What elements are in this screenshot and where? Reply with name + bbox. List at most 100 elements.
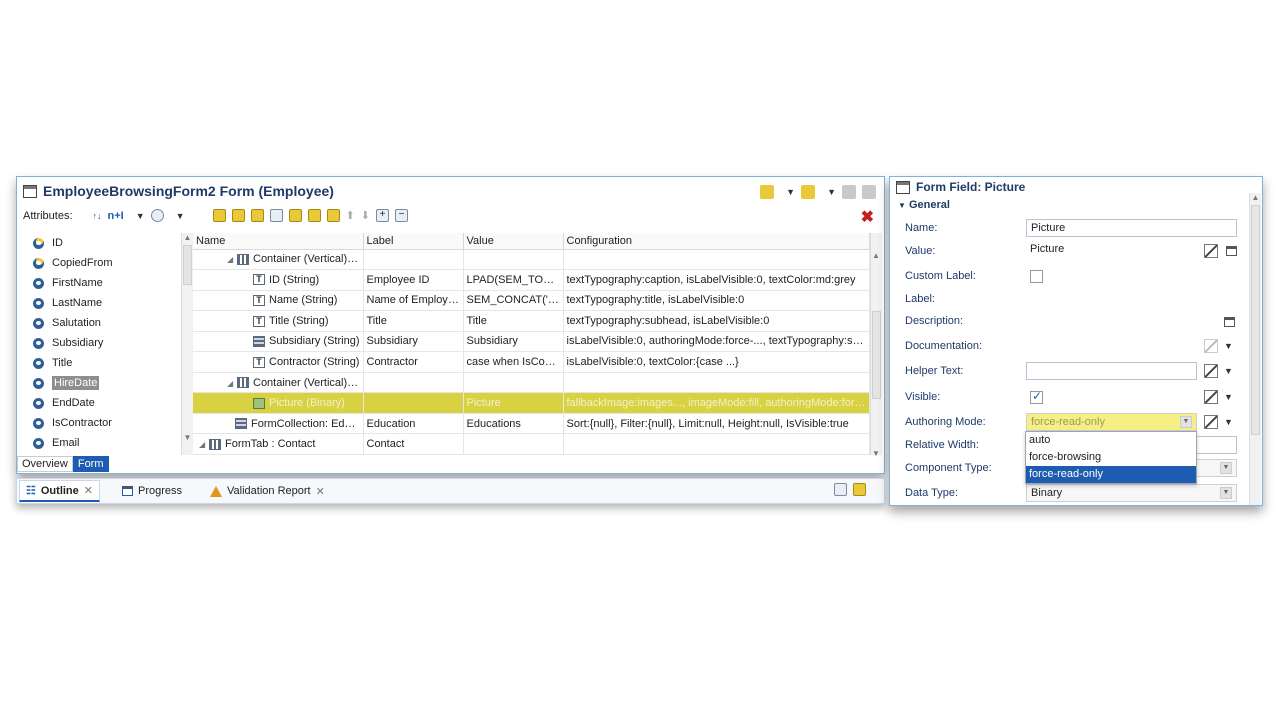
scroll-up-icon[interactable]: ▲ bbox=[1250, 193, 1261, 203]
add-collection-icon[interactable] bbox=[288, 209, 302, 222]
scrollbar-thumb[interactable] bbox=[183, 245, 192, 285]
list-item[interactable]: IsContractor bbox=[23, 413, 181, 433]
scroll-up-icon[interactable]: ▲ bbox=[182, 233, 193, 243]
scrollbar-thumb[interactable] bbox=[871, 311, 881, 399]
add-field-icon[interactable] bbox=[250, 209, 264, 222]
name-field[interactable]: Picture bbox=[1026, 219, 1237, 237]
edit-expression-icon[interactable] bbox=[1204, 364, 1218, 378]
list-item[interactable]: Salutation bbox=[23, 313, 181, 333]
tab-label: Validation Report bbox=[227, 485, 311, 497]
properties-scrollbar[interactable]: ▲ bbox=[1249, 193, 1261, 505]
helper-text-field[interactable] bbox=[1026, 362, 1197, 380]
table-row[interactable]: T Title (String) Title Title textTypograp… bbox=[193, 310, 870, 332]
sort-button[interactable]: n+I bbox=[108, 210, 124, 222]
chevron-down-icon[interactable]: ▼ bbox=[1224, 417, 1233, 427]
new-console-icon[interactable] bbox=[834, 483, 847, 496]
tab-overview[interactable]: Overview bbox=[17, 456, 73, 472]
tab-progress[interactable]: Progress bbox=[116, 482, 188, 500]
table-row[interactable]: ◢ Container (Vertical): ... bbox=[193, 249, 870, 271]
tab-outline[interactable]: ☷ Outline ✕ bbox=[19, 480, 100, 502]
close-icon[interactable]: ✕ bbox=[84, 484, 93, 497]
link-with-editor-icon[interactable] bbox=[853, 483, 866, 496]
chevron-down-icon[interactable]: ▼ bbox=[1224, 366, 1233, 376]
table-scrollbar[interactable]: ▲ ▼ bbox=[869, 233, 882, 458]
column-header-configuration[interactable]: Configuration bbox=[563, 233, 870, 250]
dropdown-option-force-browsing[interactable]: force-browsing bbox=[1026, 449, 1196, 466]
add-action-icon[interactable] bbox=[269, 209, 283, 222]
name-cell: FormCollection: Educ... bbox=[193, 413, 364, 435]
authoring-mode-select[interactable]: force-read-only ▼ bbox=[1026, 413, 1197, 431]
add-tab-icon[interactable] bbox=[231, 209, 245, 222]
chevron-down-icon[interactable]: ▼ bbox=[827, 187, 836, 197]
table-row[interactable]: FormCollection: Educ... Education Educat… bbox=[193, 413, 870, 435]
column-header-label[interactable]: Label bbox=[363, 233, 464, 250]
edit-expression-icon[interactable] bbox=[1204, 415, 1218, 429]
dropdown-option-auto[interactable]: auto bbox=[1026, 432, 1196, 449]
chevron-down-icon[interactable]: ▼ bbox=[1220, 462, 1232, 474]
scroll-up-icon[interactable]: ▲ bbox=[871, 251, 882, 261]
label-cell: Employee ID bbox=[363, 269, 464, 291]
add-chart-icon[interactable] bbox=[307, 209, 321, 222]
link-icon[interactable] bbox=[862, 185, 876, 199]
table-row[interactable]: T ID (String) Employee ID LPAD(SEM_TO_CH.… bbox=[193, 269, 870, 291]
move-up-icon[interactable]: ⬆ bbox=[346, 209, 355, 222]
tab-form[interactable]: Form bbox=[72, 456, 109, 472]
list-item[interactable]: Subsidiary bbox=[23, 333, 181, 353]
edit-expression-icon[interactable] bbox=[1204, 339, 1218, 353]
add-image-icon[interactable] bbox=[326, 209, 340, 222]
dropdown-option-force-read-only[interactable]: force-read-only bbox=[1026, 466, 1196, 483]
edit-expression-icon[interactable] bbox=[1204, 244, 1218, 258]
list-item[interactable]: Email bbox=[23, 433, 181, 453]
scroll-down-icon[interactable]: ▼ bbox=[182, 433, 193, 443]
chevron-down-icon[interactable]: ▼ bbox=[176, 211, 185, 221]
scroll-down-icon[interactable]: ▼ bbox=[871, 449, 882, 459]
column-header-value[interactable]: Value bbox=[463, 233, 564, 250]
close-icon[interactable]: ✕ bbox=[316, 485, 325, 498]
run-icon[interactable] bbox=[760, 185, 775, 199]
data-type-select[interactable]: Binary ▼ bbox=[1026, 484, 1237, 502]
table-row-selected[interactable]: Picture (Binary) Picture fallbackImage:i… bbox=[193, 392, 870, 414]
chevron-down-icon[interactable]: ▼ bbox=[1220, 487, 1232, 499]
open-editor-icon[interactable] bbox=[1224, 317, 1235, 327]
tab-label: Outline bbox=[40, 484, 79, 497]
open-editor-icon[interactable] bbox=[1226, 246, 1237, 256]
twisty-expanded-icon[interactable]: ◢ bbox=[227, 255, 237, 264]
chevron-down-icon[interactable]: ▼ bbox=[1224, 341, 1233, 351]
table-row[interactable]: ◢ Container (Vertical): ... bbox=[193, 372, 870, 394]
visible-checkbox[interactable] bbox=[1030, 389, 1043, 404]
twisty-expanded-icon[interactable]: ◢ bbox=[199, 440, 209, 449]
table-row[interactable]: T Name (String) Name of Employee SEM_CONC… bbox=[193, 290, 870, 312]
add-container-icon[interactable] bbox=[212, 209, 226, 222]
sort-az-icon[interactable]: ↑↓ bbox=[93, 211, 102, 221]
table-row[interactable]: ◢ FormTab : Contact Contact bbox=[193, 433, 870, 455]
expand-all-icon[interactable]: + bbox=[376, 209, 390, 222]
text-field-icon: T bbox=[253, 274, 265, 286]
edit-expression-icon[interactable] bbox=[1204, 390, 1218, 404]
scrollbar-thumb[interactable] bbox=[1251, 205, 1260, 435]
list-item[interactable]: CopiedFrom bbox=[23, 253, 181, 273]
debug-icon[interactable] bbox=[801, 185, 816, 199]
column-header-name[interactable]: Name bbox=[193, 233, 364, 250]
chevron-down-icon[interactable]: ▼ bbox=[1180, 416, 1192, 428]
list-item[interactable]: Title bbox=[23, 353, 181, 373]
collapse-all-icon[interactable]: − bbox=[395, 209, 409, 222]
move-down-icon[interactable]: ⬇ bbox=[361, 209, 370, 222]
twisty-expanded-icon[interactable]: ◢ bbox=[227, 379, 237, 388]
list-item-selected[interactable]: HireDate bbox=[23, 373, 181, 393]
table-row[interactable]: Subsidiary (String) Subsidiary Subsidiar… bbox=[193, 331, 870, 353]
chevron-down-icon[interactable]: ▼ bbox=[136, 211, 145, 221]
filter-icon[interactable] bbox=[150, 209, 164, 222]
table-row[interactable]: T Contractor (String) Contractor case whe… bbox=[193, 351, 870, 373]
list-item[interactable]: ID bbox=[23, 233, 181, 253]
save-icon[interactable] bbox=[842, 185, 856, 199]
custom-label-checkbox[interactable] bbox=[1030, 270, 1043, 283]
tab-validation-report[interactable]: Validation Report ✕ bbox=[204, 482, 331, 501]
chevron-down-icon[interactable]: ▼ bbox=[1224, 392, 1233, 402]
close-icon[interactable]: ✖ bbox=[861, 207, 874, 227]
list-item[interactable]: FirstName bbox=[23, 273, 181, 293]
section-general[interactable]: ▼ General bbox=[898, 199, 950, 211]
attribute-list-scrollbar[interactable]: ▲ ▼ bbox=[181, 233, 193, 455]
list-item[interactable]: EndDate bbox=[23, 393, 181, 413]
chevron-down-icon[interactable]: ▼ bbox=[786, 187, 795, 197]
list-item[interactable]: LastName bbox=[23, 293, 181, 313]
